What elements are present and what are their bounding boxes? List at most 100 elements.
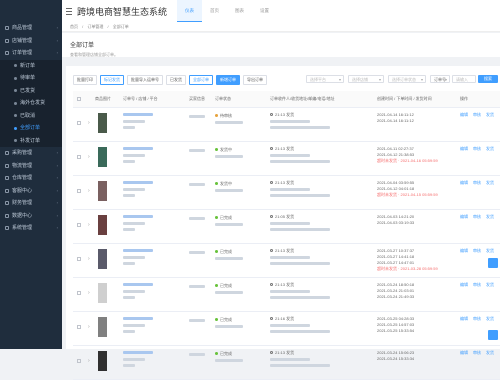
search-button[interactable]: 搜索 bbox=[478, 75, 498, 83]
row-checkbox[interactable] bbox=[77, 155, 81, 159]
sidebar-subitem[interactable]: 海外仓发货 bbox=[0, 97, 62, 110]
sidebar-item[interactable]: 仓库管理 › bbox=[0, 172, 62, 185]
product-thumbnail[interactable] bbox=[98, 351, 107, 371]
row-checkbox[interactable] bbox=[77, 189, 81, 193]
ship-link[interactable]: 发货 bbox=[486, 214, 494, 220]
ship-link[interactable]: 发货 bbox=[486, 282, 494, 288]
search-input[interactable]: 请输入 bbox=[452, 75, 476, 83]
order-number[interactable] bbox=[123, 214, 153, 219]
header-tab-1[interactable]: 仪表 bbox=[177, 0, 203, 22]
sidebar-item[interactable]: 采购管理 › bbox=[0, 147, 62, 160]
toolbar-button[interactable]: 已发货 bbox=[166, 75, 186, 85]
sidebar-subitem-label: 待审单 bbox=[20, 75, 36, 81]
sidebar-item[interactable]: 店铺管理 › bbox=[0, 35, 62, 48]
row-checkbox[interactable] bbox=[77, 325, 81, 329]
row-checkbox[interactable] bbox=[77, 257, 81, 261]
expand-icon[interactable]: › bbox=[88, 324, 90, 330]
review-link[interactable]: 审核 bbox=[473, 146, 481, 152]
edit-link[interactable]: 编辑 bbox=[460, 146, 468, 152]
product-thumbnail[interactable] bbox=[98, 147, 107, 167]
ship-link[interactable]: 发货 bbox=[486, 180, 494, 186]
expand-icon[interactable]: › bbox=[88, 222, 90, 228]
toolbar-button[interactable]: 新增订单 bbox=[216, 75, 240, 85]
toolbar-button[interactable]: 标记发货 bbox=[100, 75, 124, 85]
edit-link[interactable]: 编辑 bbox=[460, 282, 468, 288]
review-link[interactable]: 审核 bbox=[473, 282, 481, 288]
expand-icon[interactable]: › bbox=[88, 188, 90, 194]
sidebar-subitem[interactable]: 补发订单 bbox=[0, 134, 62, 147]
expand-icon[interactable]: › bbox=[88, 290, 90, 296]
toolbar-button[interactable]: 批量导入运单号 bbox=[127, 75, 163, 85]
ship-link[interactable]: 发货 bbox=[486, 146, 494, 152]
sidebar-subitem[interactable]: 已发货 bbox=[0, 84, 62, 97]
order-number[interactable] bbox=[123, 316, 153, 321]
review-link[interactable]: 审核 bbox=[473, 214, 481, 220]
order-field-select[interactable]: 订单号 ▾ bbox=[430, 75, 450, 83]
toolbar-button[interactable]: 全部订单 bbox=[189, 75, 213, 85]
sidebar-subitem[interactable]: 新订单 bbox=[0, 59, 62, 72]
edit-link[interactable]: 编辑 bbox=[460, 316, 468, 322]
row-checkbox[interactable] bbox=[77, 121, 81, 125]
ship-link[interactable]: 发货 bbox=[486, 248, 494, 254]
menu-toggle-icon[interactable] bbox=[66, 7, 72, 15]
expand-icon[interactable]: › bbox=[88, 120, 90, 126]
platform-name bbox=[123, 329, 135, 334]
sidebar-subitem[interactable]: 全部订单 bbox=[0, 122, 62, 135]
row-checkbox[interactable] bbox=[77, 359, 81, 363]
toolbar-button[interactable]: 导出订单 bbox=[243, 75, 267, 85]
ship-link[interactable]: 发货 bbox=[486, 316, 494, 322]
ship-link[interactable]: 发货 bbox=[486, 350, 494, 356]
order-number[interactable] bbox=[123, 248, 153, 253]
edit-link[interactable]: 编辑 bbox=[460, 112, 468, 118]
product-thumbnail[interactable] bbox=[98, 215, 107, 235]
product-thumbnail[interactable] bbox=[98, 249, 107, 269]
edit-link[interactable]: 编辑 bbox=[460, 350, 468, 356]
review-link[interactable]: 审核 bbox=[473, 112, 481, 118]
status-filter-placeholder: 选择订单状态 bbox=[392, 77, 416, 82]
sidebar-item[interactable]: 数据中心 › bbox=[0, 210, 62, 223]
sidebar-item[interactable]: 订单管理 › bbox=[0, 47, 62, 60]
select-all-checkbox[interactable] bbox=[77, 97, 81, 101]
product-thumbnail[interactable] bbox=[98, 181, 107, 201]
expand-icon[interactable]: › bbox=[88, 256, 90, 262]
order-number[interactable] bbox=[123, 146, 153, 151]
status-filter[interactable]: 选择订单状态 ▾ bbox=[388, 75, 426, 83]
toolbar-button[interactable]: 批量打印 bbox=[73, 75, 97, 85]
order-number[interactable] bbox=[123, 350, 153, 355]
ship-link[interactable]: 发货 bbox=[486, 112, 494, 118]
store-filter[interactable]: 选择店铺 ▾ bbox=[348, 75, 384, 83]
order-number[interactable] bbox=[123, 112, 153, 117]
row-checkbox[interactable] bbox=[77, 291, 81, 295]
sidebar-item[interactable]: 物流管理 › bbox=[0, 160, 62, 173]
review-link[interactable]: 审核 bbox=[473, 248, 481, 254]
breadcrumb-home[interactable]: 首页 bbox=[70, 24, 78, 29]
sidebar-item[interactable]: 客服中心 › bbox=[0, 185, 62, 198]
product-thumbnail[interactable] bbox=[98, 283, 107, 303]
platform-filter[interactable]: 选择平台 ▾ bbox=[306, 75, 344, 83]
review-link[interactable]: 审核 bbox=[473, 180, 481, 186]
row-checkbox[interactable] bbox=[77, 223, 81, 227]
order-number[interactable] bbox=[123, 180, 153, 185]
breadcrumb-orders[interactable]: 订单管理 bbox=[87, 24, 103, 29]
expand-icon[interactable]: › bbox=[88, 358, 90, 364]
expand-icon[interactable]: › bbox=[88, 154, 90, 160]
edit-link[interactable]: 编辑 bbox=[460, 180, 468, 186]
recipient bbox=[270, 153, 310, 158]
order-number[interactable] bbox=[123, 282, 153, 287]
sidebar-item[interactable]: 商品管理 › bbox=[0, 22, 62, 35]
review-link[interactable]: 审核 bbox=[473, 316, 481, 322]
sidebar-subitem[interactable]: 待审单 bbox=[0, 72, 62, 85]
header-tab-3[interactable]: 图表 bbox=[227, 0, 252, 22]
sidebar-item[interactable]: 财务管理 › bbox=[0, 197, 62, 210]
review-link[interactable]: 审核 bbox=[473, 350, 481, 356]
float-action-button[interactable] bbox=[488, 258, 498, 268]
header-tab-2[interactable]: 首页 bbox=[202, 0, 227, 22]
sidebar-item[interactable]: 系统管理 › bbox=[0, 222, 62, 235]
back-to-top-button[interactable] bbox=[488, 330, 498, 340]
header-tab-4[interactable]: 设置 bbox=[252, 0, 277, 22]
sidebar-subitem[interactable]: 已取消 bbox=[0, 109, 62, 122]
product-thumbnail[interactable] bbox=[98, 317, 107, 337]
product-thumbnail[interactable] bbox=[98, 113, 107, 133]
edit-link[interactable]: 编辑 bbox=[460, 214, 468, 220]
edit-link[interactable]: 编辑 bbox=[460, 248, 468, 254]
